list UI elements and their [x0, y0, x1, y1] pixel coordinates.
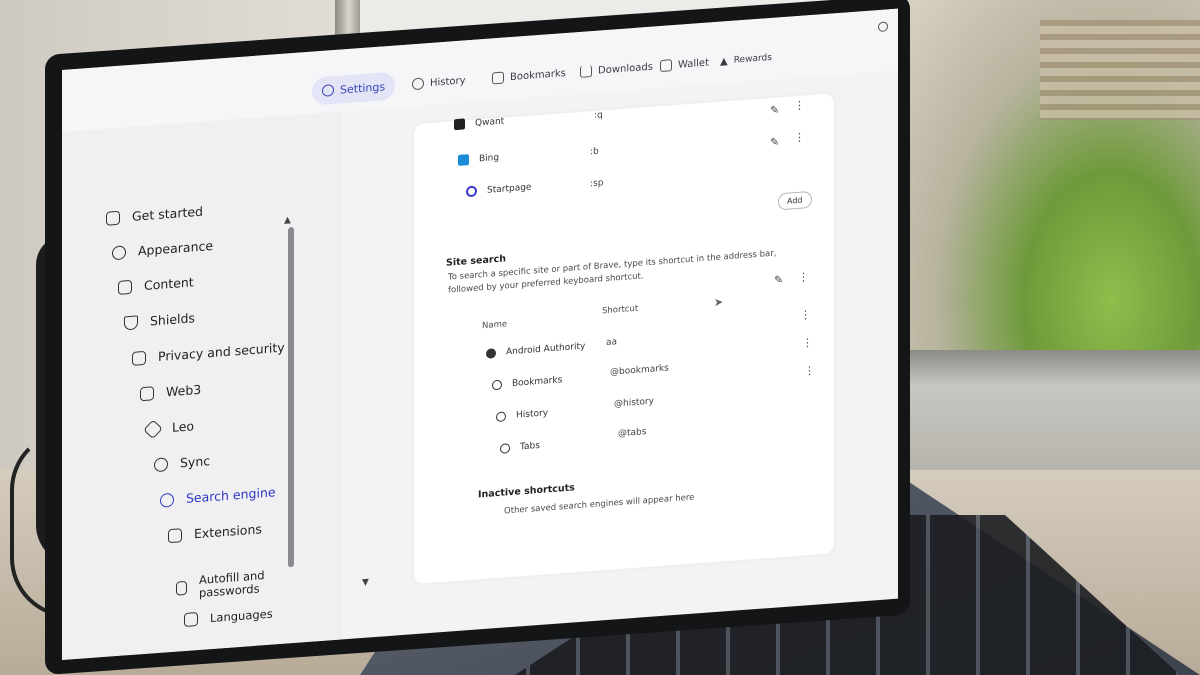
globe-icon: [496, 411, 506, 423]
fence: [1040, 20, 1200, 120]
sidebar-item-shields[interactable]: Shields: [124, 310, 195, 330]
bookmark-icon: [492, 71, 504, 85]
engine-row-bing[interactable]: Bing: [458, 152, 499, 166]
sidebar-item-extensions[interactable]: Extensions: [168, 521, 262, 543]
more-vert-icon[interactable]: ⋮: [794, 130, 805, 144]
site-shortcut: aa: [606, 337, 618, 349]
engine-row-startpage[interactable]: Startpage: [466, 182, 531, 198]
tab-wallet[interactable]: Wallet: [660, 48, 709, 80]
site-row-bookmarks[interactable]: Bookmarks: [492, 375, 562, 391]
globe-icon: [500, 443, 510, 454]
column-header-shortcut: Shortcut: [602, 303, 639, 317]
site-shortcut: @tabs: [618, 427, 647, 440]
bing-icon: [458, 154, 469, 166]
add-engine-button[interactable]: Add: [778, 190, 812, 211]
sidebar-item-web3[interactable]: Web3: [140, 382, 201, 401]
rocket-icon: [106, 210, 120, 226]
sidebar-item-privacy-and-security[interactable]: Privacy and security: [132, 340, 285, 366]
engine-shortcut: :sp: [590, 178, 604, 190]
tab-history[interactable]: History: [412, 66, 466, 98]
shield-icon: [124, 314, 138, 330]
site-row-tabs[interactable]: Tabs: [500, 441, 540, 454]
profile-icon: [486, 348, 496, 359]
lock-icon: [132, 350, 146, 366]
site-shortcut: @bookmarks: [610, 363, 669, 378]
mouse-cursor: ➤: [714, 295, 724, 310]
laptop-screen: Settings History Bookmarks Downloads Wal…: [62, 8, 898, 661]
rewards-triangle-icon: ▲: [720, 55, 728, 68]
site-search-title: Site search: [446, 253, 506, 269]
sidebar-item-search-engine[interactable]: Search engine: [160, 484, 276, 508]
site-row-android-authority[interactable]: Android Authority: [486, 342, 585, 359]
sidebar-item-content[interactable]: Content: [118, 274, 194, 295]
sidebar-item-autofill-and-passwords[interactable]: Autofill and passwords: [176, 567, 296, 602]
more-vert-icon[interactable]: ⋮: [802, 336, 813, 350]
content-icon: [118, 279, 132, 295]
more-vert-icon[interactable]: ⋮: [798, 270, 809, 284]
sync-icon: [154, 456, 168, 472]
qwant-icon: [454, 118, 465, 131]
tab-rewards[interactable]: ▲ Rewards: [720, 44, 772, 76]
sidebar-item-appearance[interactable]: Appearance: [112, 238, 213, 260]
more-vert-icon[interactable]: ⋮: [794, 98, 805, 112]
settings-sidebar: ▲ Get started Appearance Content Shields…: [62, 111, 342, 660]
edit-pencil-icon[interactable]: ✎: [770, 135, 779, 149]
scroll-down-arrow[interactable]: ▼: [362, 577, 369, 588]
engine-shortcut: :q: [594, 110, 603, 121]
scroll-up-arrow[interactable]: ▲: [284, 215, 291, 226]
wallet-icon: [140, 385, 154, 401]
site-row-history[interactable]: History: [496, 408, 548, 423]
startpage-icon: [466, 185, 477, 198]
globe-icon: [492, 379, 502, 391]
sidebar-item-languages[interactable]: Languages: [184, 607, 273, 628]
sparkle-icon: [143, 418, 163, 439]
engine-shortcut: :b: [590, 146, 599, 158]
engine-row-qwant[interactable]: Qwant: [454, 116, 504, 131]
sidebar-item-leo[interactable]: Leo: [143, 418, 194, 439]
translate-icon: [184, 612, 198, 628]
more-vert-icon[interactable]: ⋮: [800, 308, 811, 322]
edit-pencil-icon[interactable]: ✎: [770, 103, 779, 117]
edit-pencil-icon[interactable]: ✎: [774, 273, 783, 287]
tab-downloads[interactable]: Downloads: [580, 53, 653, 86]
palette-icon: [112, 244, 126, 260]
wallet-icon: [660, 59, 672, 73]
sidebar-item-sync[interactable]: Sync: [154, 453, 210, 472]
puzzle-icon: [168, 527, 182, 543]
sidebar-scrollbar[interactable]: [288, 226, 294, 568]
search-icon[interactable]: [878, 21, 888, 33]
download-icon: [580, 65, 592, 78]
window-sill: [905, 350, 1200, 470]
sidebar-item-get-started[interactable]: Get started: [106, 204, 203, 226]
history-icon: [412, 77, 424, 91]
search-engine-card: Qwant :q ✎ ⋮ Bing :b ✎ ⋮ Startpage :sp A…: [414, 93, 834, 585]
inactive-shortcuts-title: Inactive shortcuts: [478, 482, 575, 501]
search-icon: [160, 492, 174, 508]
column-header-name: Name: [482, 319, 508, 332]
tab-settings[interactable]: Settings: [312, 71, 396, 106]
tab-bookmarks[interactable]: Bookmarks: [492, 59, 566, 92]
more-vert-icon[interactable]: ⋮: [804, 364, 815, 378]
site-shortcut: @history: [614, 396, 654, 410]
gear-icon: [322, 84, 334, 97]
list-icon: [176, 580, 187, 596]
